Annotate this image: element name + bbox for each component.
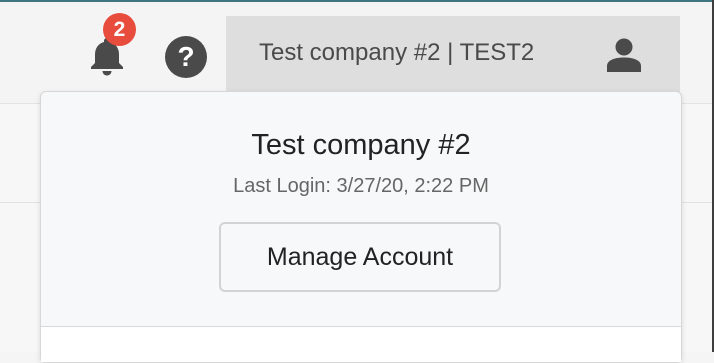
help-button[interactable]: ?	[165, 36, 207, 78]
account-menu-label: Test company #2 | TEST2	[259, 39, 535, 66]
account-menu-button[interactable]: Test company #2 | TEST2	[226, 16, 680, 92]
user-icon	[606, 38, 642, 72]
manage-account-button[interactable]: Manage Account	[219, 222, 501, 292]
account-dropdown: Test company #2 Last Login: 3/27/20, 2:2…	[40, 91, 682, 363]
dropdown-company-name: Test company #2	[251, 129, 471, 161]
notification-count-badge: 2	[103, 13, 136, 46]
help-icon: ?	[177, 41, 195, 72]
last-login-text: Last Login: 3/27/20, 2:22 PM	[233, 175, 489, 197]
dropdown-lower-section	[41, 327, 681, 362]
